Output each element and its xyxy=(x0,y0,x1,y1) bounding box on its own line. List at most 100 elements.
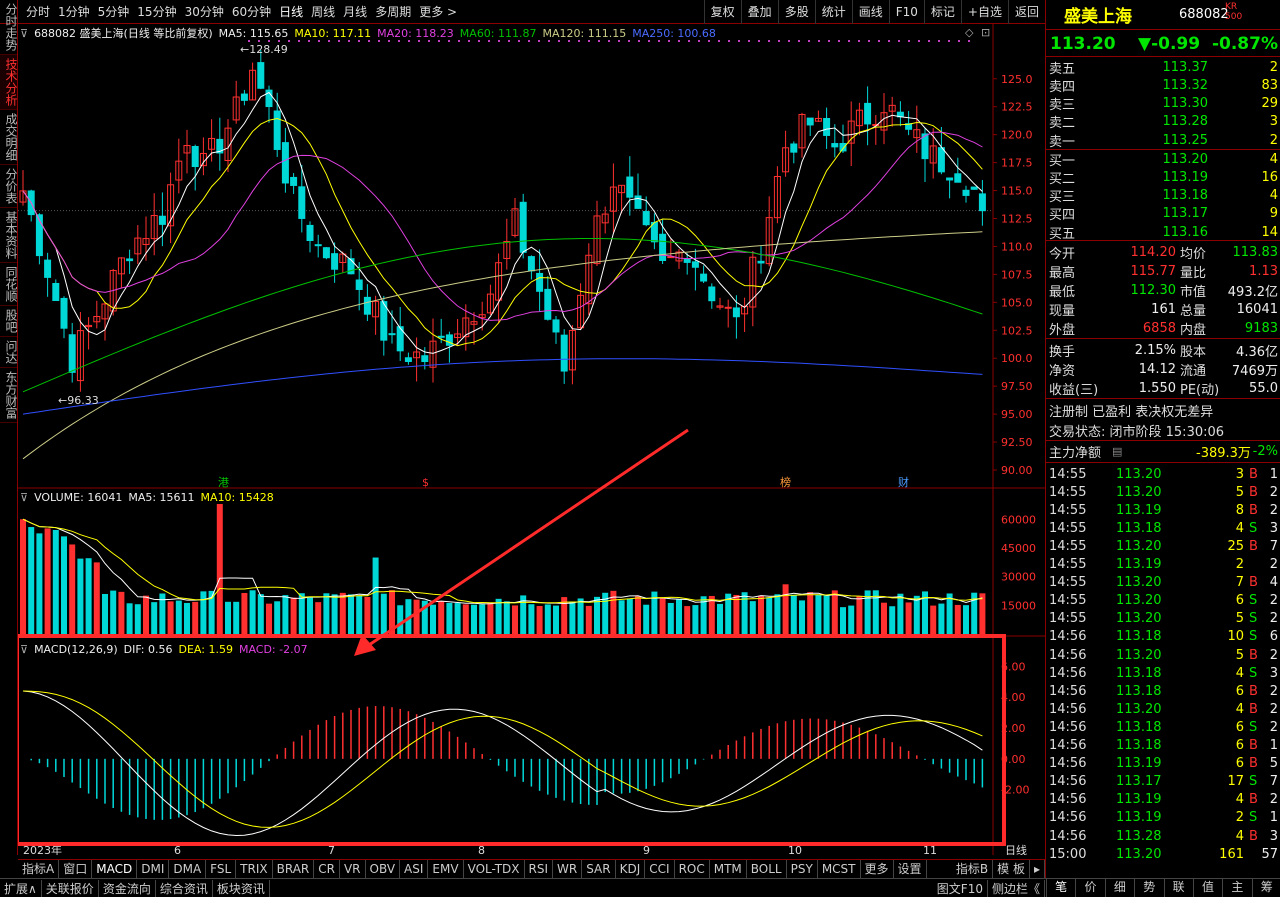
indicator-tab-11[interactable]: ASI xyxy=(400,860,429,878)
ask-row[interactable]: 卖三 113.30 29 xyxy=(1046,95,1280,113)
indicator-tab-21[interactable]: BOLL xyxy=(747,860,787,878)
indicator-tab-2[interactable]: MACD xyxy=(92,860,138,878)
indicator-tab-20[interactable]: MTM xyxy=(710,860,747,878)
status-button-2[interactable]: 资金流向 xyxy=(99,879,156,897)
period-tab-9[interactable]: 多周期 xyxy=(371,3,415,20)
bid-row[interactable]: 买四 113.17 9 xyxy=(1046,205,1280,223)
indicator-tab-13[interactable]: VOL-TDX xyxy=(464,860,525,878)
left-tab-3[interactable]: 分价表 xyxy=(0,165,18,208)
status-button-3[interactable]: 综合资讯 xyxy=(156,879,213,897)
period-tab-5[interactable]: 60分钟 xyxy=(228,3,275,20)
collapse-icon[interactable]: ⊽ xyxy=(20,491,28,504)
tool-button-8[interactable]: 返回 xyxy=(1007,0,1045,24)
indicator-tab-10[interactable]: OBV xyxy=(366,860,401,878)
main-flow-row[interactable]: 主力净额 ▤ -389.3万 -2% xyxy=(1046,442,1280,461)
period-tab-6[interactable]: 日线 xyxy=(275,3,307,20)
status-button-4[interactable]: 板块资讯 xyxy=(213,879,270,897)
left-tab-5[interactable]: 同花顺 xyxy=(0,263,18,306)
period-tab-8[interactable]: 月线 xyxy=(339,3,371,20)
indicator-tab-14[interactable]: RSI xyxy=(525,860,554,878)
ask-row[interactable]: 卖二 113.28 3 xyxy=(1046,113,1280,131)
left-tab-8[interactable]: 东方财富 xyxy=(0,368,18,423)
volume-bar xyxy=(913,595,920,634)
tool-button-0[interactable]: 复权 xyxy=(703,0,741,24)
bid-row[interactable]: 买三 113.18 4 xyxy=(1046,187,1280,205)
period-tab-4[interactable]: 30分钟 xyxy=(181,3,228,20)
period-tab-10[interactable]: 更多 > xyxy=(415,3,461,20)
volume-bar xyxy=(946,593,953,634)
collapse-icon[interactable]: ⊽ xyxy=(20,27,28,40)
volume-bar xyxy=(143,595,149,634)
tool-button-6[interactable]: 标记 xyxy=(923,0,961,24)
period-tab-1[interactable]: 1分钟 xyxy=(54,3,94,20)
left-tab-6[interactable]: 股吧 xyxy=(0,306,18,337)
collapse-icon[interactable]: ⊽ xyxy=(20,643,28,656)
bid-row[interactable]: 买五 113.16 14 xyxy=(1046,223,1280,242)
tick-count: 1 xyxy=(1269,810,1278,826)
indicator-tab-17[interactable]: KDJ xyxy=(616,860,646,878)
status-right-button-1[interactable]: 侧边栏《 xyxy=(988,879,1045,897)
indicator-tab-right-0[interactable]: 指标B xyxy=(952,860,994,878)
panel-tab-7[interactable]: 筹 xyxy=(1251,878,1280,897)
tool-button-3[interactable]: 统计 xyxy=(814,0,852,24)
indicator-tab-7[interactable]: BRAR xyxy=(273,860,315,878)
indicator-tab-6[interactable]: TRIX xyxy=(236,860,273,878)
indicator-tab-24[interactable]: 更多 xyxy=(861,860,894,878)
tool-button-5[interactable]: F10 xyxy=(888,0,924,24)
period-tab-7[interactable]: 周线 xyxy=(307,3,339,20)
indicator-tab-4[interactable]: DMA xyxy=(169,860,207,878)
status-button-0[interactable]: 扩展∧ xyxy=(0,879,42,897)
tool-button-1[interactable]: 叠加 xyxy=(740,0,778,24)
panel-tab-3[interactable]: 势 xyxy=(1134,878,1163,897)
left-tab-1[interactable]: 技术分析 xyxy=(0,55,18,110)
scroll-right-icon[interactable]: ▸ xyxy=(1030,860,1045,878)
flow-detail-icon[interactable]: ▤ xyxy=(1112,445,1122,458)
period-tab-0[interactable]: 分时 xyxy=(22,3,54,20)
panel-tab-0[interactable]: 笔 xyxy=(1046,878,1075,897)
indicator-tab-12[interactable]: EMV xyxy=(428,860,464,878)
volume-bar xyxy=(938,603,945,634)
ask-row[interactable]: 卖五 113.37 2 xyxy=(1046,58,1280,77)
volume-bar xyxy=(528,604,535,634)
indicator-tab-8[interactable]: CR xyxy=(314,860,340,878)
ask-row[interactable]: 卖一 113.25 2 xyxy=(1046,131,1280,150)
left-tab-2[interactable]: 成交明细 xyxy=(0,110,18,165)
indicator-tab-0[interactable]: 指标A xyxy=(18,860,60,878)
candle-body xyxy=(404,357,412,362)
tool-button-7[interactable]: +自选 xyxy=(960,0,1008,24)
kline-chart-area[interactable]: ◇ ⊡ 125.0 122.5 120.0 117.5 115.0 112.5 110.0 107… xyxy=(18,24,1045,855)
candle-body xyxy=(970,186,978,190)
tool-button-4[interactable]: 画线 xyxy=(851,0,889,24)
tick-direction: S xyxy=(1249,520,1258,536)
ask-row[interactable]: 卖四 113.32 83 xyxy=(1046,76,1280,95)
indicator-tab-3[interactable]: DMI xyxy=(137,860,170,878)
bid-row[interactable]: 买一 113.20 4 xyxy=(1046,150,1280,169)
kline-svg[interactable]: ◇ ⊡ 125.0 122.5 120.0 117.5 115.0 112.5 110.0 107… xyxy=(18,24,1045,855)
period-tab-2[interactable]: 5分钟 xyxy=(94,3,134,20)
indicator-tab-15[interactable]: WR xyxy=(553,860,583,878)
indicator-tab-18[interactable]: CCI xyxy=(645,860,675,878)
left-tab-7[interactable]: 问达 xyxy=(0,337,18,368)
panel-tab-4[interactable]: 联 xyxy=(1163,878,1193,897)
panel-tab-2[interactable]: 细 xyxy=(1104,878,1134,897)
panel-tab-6[interactable]: 主 xyxy=(1222,878,1251,897)
volume-bar xyxy=(307,597,313,634)
indicator-tab-16[interactable]: SAR xyxy=(582,860,616,878)
indicator-tab-5[interactable]: FSL xyxy=(206,860,237,878)
indicator-tab-1[interactable]: 窗口 xyxy=(59,860,93,878)
left-tab-0[interactable]: 分时走势 xyxy=(0,0,18,55)
tool-button-2[interactable]: 多股 xyxy=(777,0,815,24)
panel-tab-1[interactable]: 价 xyxy=(1075,878,1104,897)
indicator-tab-9[interactable]: VR xyxy=(340,860,366,878)
status-right-button-0[interactable]: 图文F10 xyxy=(933,879,988,897)
indicator-tab-right-1[interactable]: 模 板 xyxy=(993,860,1030,878)
indicator-tab-25[interactable]: 设置 xyxy=(894,860,927,878)
status-button-1[interactable]: 关联报价 xyxy=(42,879,99,897)
period-tab-3[interactable]: 15分钟 xyxy=(133,3,180,20)
bid-row[interactable]: 买二 113.19 16 xyxy=(1046,168,1280,187)
left-tab-4[interactable]: 基本资料 xyxy=(0,208,18,263)
indicator-tab-22[interactable]: PSY xyxy=(787,860,818,878)
indicator-tab-19[interactable]: ROC xyxy=(675,860,710,878)
panel-tab-5[interactable]: 值 xyxy=(1192,878,1222,897)
indicator-tab-23[interactable]: MCST xyxy=(818,860,861,878)
